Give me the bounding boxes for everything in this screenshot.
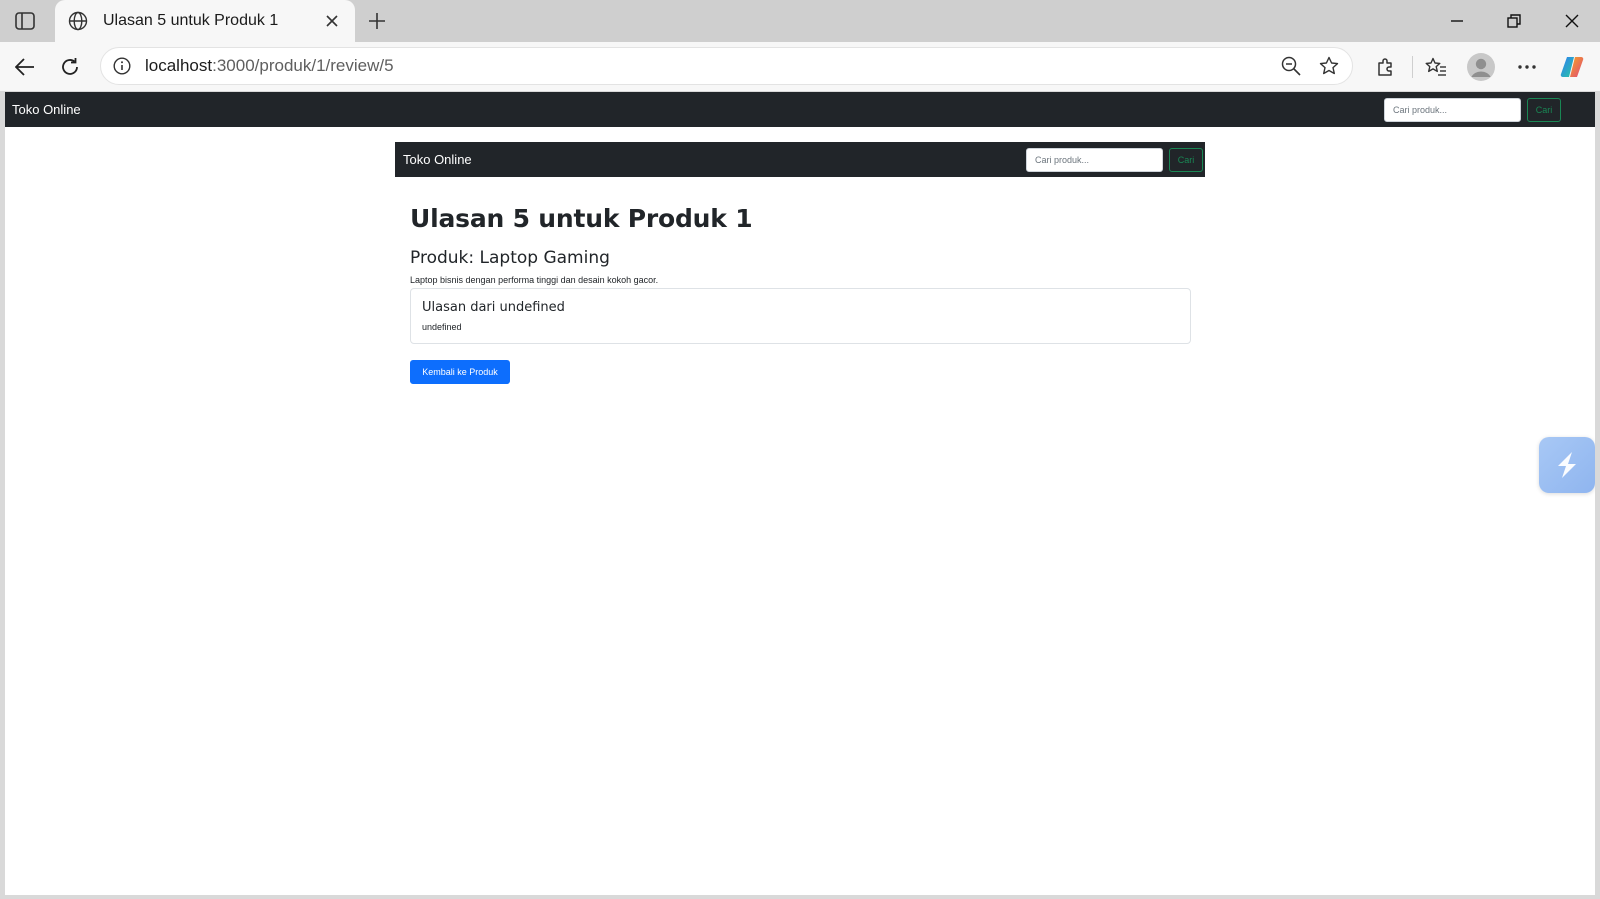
minimize-icon[interactable]	[1437, 8, 1477, 34]
browser-tab[interactable]: Ulasan 5 untuk Produk 1	[55, 0, 355, 42]
tab-actions-icon[interactable]	[12, 9, 38, 33]
url-path: :3000/produk/1/review/5	[212, 56, 394, 75]
review-title: Ulasan dari undefined	[422, 300, 565, 315]
address-bar[interactable]: localhost:3000/produk/1/review/5	[100, 47, 1353, 85]
inner-navbar-brand[interactable]: Toko Online	[403, 152, 472, 167]
navbar-brand[interactable]: Toko Online	[12, 102, 81, 117]
window-close-icon[interactable]	[1552, 8, 1592, 34]
browser-toolbar: localhost:3000/produk/1/review/5	[0, 42, 1600, 91]
lightning-icon[interactable]	[1539, 437, 1595, 493]
main-content: Ulasan 5 untuk Produk 1 Produk: Laptop G…	[410, 204, 1191, 285]
globe-icon	[67, 10, 89, 32]
favorites-icon[interactable]	[1421, 52, 1451, 82]
restore-icon[interactable]	[1494, 8, 1534, 34]
back-to-product-button[interactable]: Kembali ke Produk	[410, 360, 510, 384]
page-title: Ulasan 5 untuk Produk 1	[410, 204, 753, 233]
inner-navbar: Toko Online Cari	[395, 142, 1205, 177]
plus-icon[interactable]	[364, 8, 390, 34]
more-icon[interactable]	[1512, 52, 1542, 82]
top-navbar: Toko Online Cari	[5, 92, 1595, 127]
close-icon[interactable]	[321, 10, 343, 32]
review-text: undefined	[422, 322, 462, 332]
copilot-icon[interactable]	[1557, 52, 1587, 82]
profile-avatar-icon[interactable]	[1465, 51, 1497, 83]
inner-search-input[interactable]	[1026, 148, 1163, 172]
page-viewport: Toko Online Cari Toko Online Cari Ulasan…	[5, 92, 1595, 895]
search-button[interactable]: Cari	[1527, 98, 1561, 122]
toolbar-divider	[1412, 56, 1413, 78]
search-input[interactable]	[1384, 98, 1521, 122]
star-icon[interactable]	[1314, 51, 1344, 81]
review-card: Ulasan dari undefined undefined	[410, 288, 1191, 344]
back-arrow-icon[interactable]	[10, 52, 40, 82]
reload-icon[interactable]	[55, 52, 85, 82]
product-heading: Produk: Laptop Gaming	[410, 248, 610, 268]
tab-title: Ulasan 5 untuk Produk 1	[103, 12, 279, 29]
zoom-out-icon[interactable]	[1276, 51, 1306, 81]
info-icon[interactable]	[111, 55, 133, 77]
tab-strip: Ulasan 5 untuk Produk 1	[0, 0, 1600, 42]
product-description: Laptop bisnis dengan performa tinggi dan…	[410, 275, 659, 285]
inner-search-button[interactable]: Cari	[1169, 148, 1203, 172]
extensions-icon[interactable]	[1370, 52, 1400, 82]
url-text[interactable]: localhost:3000/produk/1/review/5	[145, 56, 1276, 76]
url-host: localhost	[145, 56, 213, 75]
